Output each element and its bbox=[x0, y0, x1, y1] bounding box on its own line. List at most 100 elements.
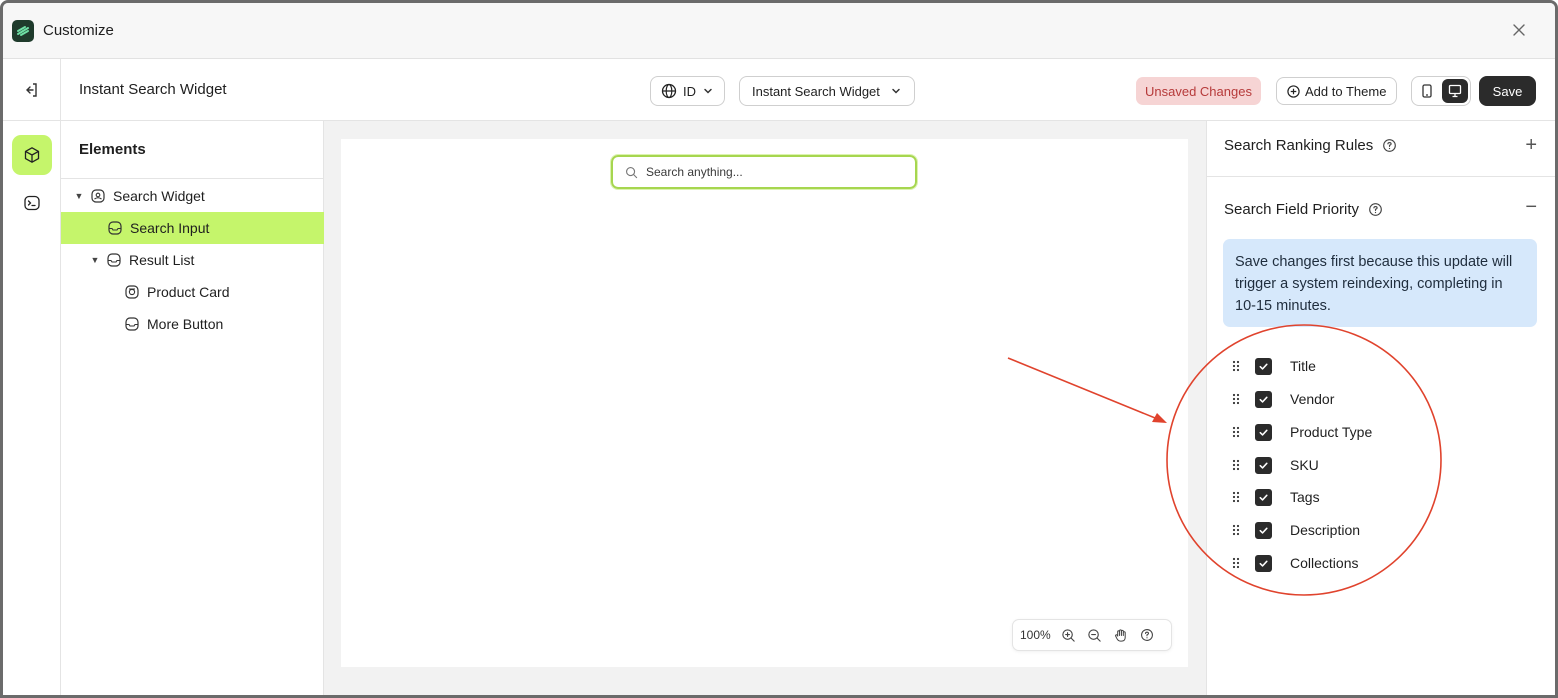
tree-item-label: More Button bbox=[147, 316, 224, 332]
tree-item-product-card[interactable]: Product Card bbox=[61, 276, 324, 308]
exit-icon bbox=[25, 83, 37, 97]
mobile-icon bbox=[1422, 84, 1432, 98]
widget-select[interactable]: Instant Search Widget bbox=[739, 76, 915, 106]
checkbox-checked[interactable] bbox=[1255, 390, 1272, 408]
field-row-tags[interactable]: Tags bbox=[1229, 483, 1320, 511]
chevron-down-icon bbox=[892, 88, 900, 94]
field-row-collections[interactable]: Collections bbox=[1229, 549, 1358, 577]
field-row-description[interactable]: Description bbox=[1229, 516, 1360, 544]
unsaved-changes-badge: Unsaved Changes bbox=[1136, 77, 1261, 105]
field-row-sku[interactable]: SKU bbox=[1229, 451, 1319, 479]
drag-handle-icon[interactable] bbox=[1229, 555, 1243, 571]
title-bar: Customize bbox=[3, 3, 1555, 59]
close-icon[interactable] bbox=[1509, 20, 1529, 40]
search-icon bbox=[626, 166, 638, 178]
caret-down-icon[interactable]: ▼ bbox=[89, 255, 101, 265]
drag-handle-icon[interactable] bbox=[1229, 358, 1243, 374]
help-icon[interactable] bbox=[1381, 137, 1397, 153]
zoom-out-icon[interactable] bbox=[1087, 627, 1103, 643]
field-row-product-type[interactable]: Product Type bbox=[1229, 418, 1372, 446]
checkbox-checked[interactable] bbox=[1255, 521, 1272, 539]
checkbox-checked[interactable] bbox=[1255, 357, 1272, 375]
window-title: Customize bbox=[43, 22, 114, 39]
section-title: Search Field Priority bbox=[1224, 200, 1360, 218]
tree-item-more-button[interactable]: More Button bbox=[61, 308, 324, 340]
section-title: Search Ranking Rules bbox=[1224, 136, 1374, 154]
zoom-in-icon[interactable] bbox=[1061, 627, 1077, 643]
canvas-area: Search anything... 100% bbox=[324, 121, 1206, 695]
drag-handle-icon[interactable] bbox=[1229, 522, 1243, 538]
search-ranking-rules-header[interactable]: Search Ranking Rules + bbox=[1207, 133, 1555, 157]
desktop-icon bbox=[1448, 84, 1462, 98]
field-label: SKU bbox=[1290, 457, 1319, 473]
tree-item-label: Product Card bbox=[147, 284, 230, 300]
product-card-icon bbox=[123, 283, 141, 301]
zoom-level: 100% bbox=[1020, 628, 1051, 642]
tree-item-search-widget[interactable]: ▼ Search Widget bbox=[61, 180, 324, 212]
terminal-icon bbox=[24, 195, 40, 211]
checkbox-checked[interactable] bbox=[1255, 488, 1272, 506]
mobile-view-button[interactable] bbox=[1414, 79, 1440, 103]
search-field-priority-header[interactable]: Search Field Priority − bbox=[1207, 197, 1555, 221]
field-label: Tags bbox=[1290, 489, 1320, 505]
tree-item-label: Search Input bbox=[130, 220, 210, 236]
device-toggle bbox=[1411, 76, 1471, 106]
drag-handle-icon[interactable] bbox=[1229, 489, 1243, 505]
caret-down-icon[interactable]: ▼ bbox=[73, 191, 85, 201]
search-placeholder: Search anything... bbox=[646, 165, 743, 179]
button-icon bbox=[123, 315, 141, 333]
elements-heading: Elements bbox=[61, 121, 323, 179]
checkbox-checked[interactable] bbox=[1255, 554, 1272, 572]
exit-button[interactable] bbox=[3, 59, 61, 121]
drag-handle-icon[interactable] bbox=[1229, 457, 1243, 473]
save-button[interactable]: Save bbox=[1479, 76, 1536, 106]
globe-icon bbox=[661, 83, 677, 99]
language-value: ID bbox=[683, 83, 696, 99]
plus-circle-icon bbox=[1287, 84, 1300, 98]
list-icon bbox=[105, 251, 123, 269]
help-icon[interactable] bbox=[1139, 627, 1155, 643]
tree-item-label: Search Widget bbox=[113, 188, 205, 204]
settings-panel: Search Ranking Rules + Search Field Prio… bbox=[1206, 121, 1555, 695]
hand-icon[interactable] bbox=[1113, 627, 1129, 643]
drag-handle-icon[interactable] bbox=[1229, 424, 1243, 440]
field-label: Vendor bbox=[1290, 391, 1335, 407]
editor-toolbar: Instant Search Widget ID Instant Search … bbox=[3, 59, 1555, 121]
elements-panel: Elements ▼ Search Widget Search Input ▼ … bbox=[61, 121, 324, 695]
custom-code-tab-button[interactable] bbox=[12, 183, 52, 223]
widget-name: Instant Search Widget bbox=[79, 81, 227, 98]
input-icon bbox=[106, 219, 124, 237]
left-rail bbox=[3, 121, 61, 695]
section-divider bbox=[1207, 176, 1555, 177]
field-label: Description bbox=[1290, 522, 1361, 538]
zoom-controls: 100% bbox=[1012, 619, 1172, 651]
reindex-notice: Save changes first because this update w… bbox=[1223, 239, 1537, 327]
expand-icon[interactable]: + bbox=[1525, 135, 1537, 155]
tree-item-label: Result List bbox=[129, 252, 195, 268]
field-label: Product Type bbox=[1290, 424, 1373, 440]
field-label: Title bbox=[1290, 358, 1316, 374]
tree-item-search-input[interactable]: Search Input bbox=[61, 212, 324, 244]
help-icon[interactable] bbox=[1367, 201, 1383, 217]
checkbox-checked[interactable] bbox=[1255, 456, 1272, 474]
field-row-title[interactable]: Title bbox=[1229, 352, 1316, 380]
drag-handle-icon[interactable] bbox=[1229, 391, 1243, 407]
language-select[interactable]: ID bbox=[650, 76, 725, 106]
checkbox-checked[interactable] bbox=[1255, 423, 1272, 441]
app-window: Customize Instant Search Widget ID Insta… bbox=[0, 0, 1558, 698]
field-label: Collections bbox=[1290, 555, 1359, 571]
add-to-theme-label: Add to Theme bbox=[1305, 83, 1387, 99]
cube-icon bbox=[24, 147, 40, 163]
chevron-down-icon bbox=[704, 88, 712, 94]
preview-search-input[interactable]: Search anything... bbox=[610, 154, 918, 190]
field-row-vendor[interactable]: Vendor bbox=[1229, 385, 1334, 413]
add-to-theme-button[interactable]: Add to Theme bbox=[1276, 77, 1398, 105]
widget-icon bbox=[89, 187, 107, 205]
desktop-view-button[interactable] bbox=[1442, 79, 1468, 103]
app-logo-icon bbox=[12, 19, 34, 42]
elements-tab-button[interactable] bbox=[12, 135, 52, 175]
widget-select-value: Instant Search Widget bbox=[752, 83, 880, 99]
tree-item-result-list[interactable]: ▼ Result List bbox=[61, 244, 324, 276]
preview-canvas: Search anything... 100% bbox=[341, 139, 1188, 667]
collapse-icon[interactable]: − bbox=[1525, 197, 1537, 217]
